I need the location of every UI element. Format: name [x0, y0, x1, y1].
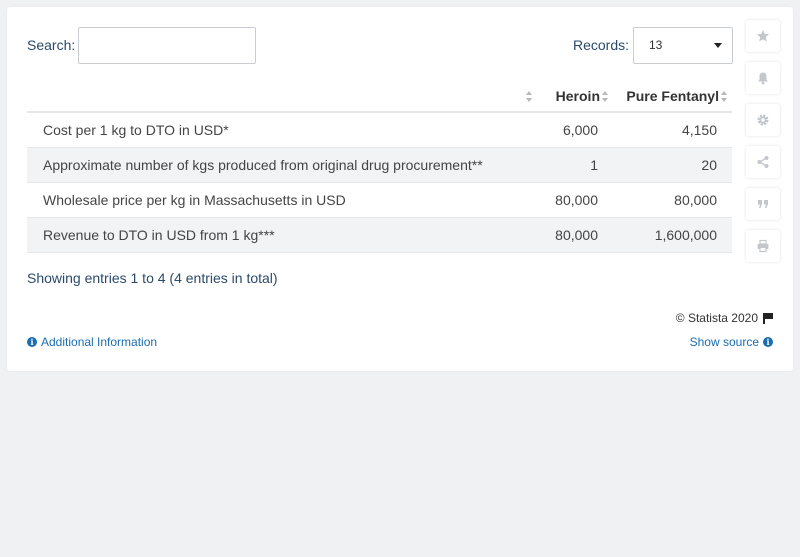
search-label: Search: [27, 37, 76, 53]
fentanyl-value: 1,600,000 [613, 217, 732, 253]
flag-icon [763, 312, 773, 324]
table-header-row: Heroin Pure Fentanyl [27, 80, 732, 113]
print-button[interactable] [746, 230, 780, 262]
data-table: Heroin Pure Fentanyl Cost per 1 kg to DT… [27, 80, 732, 253]
show-source-link[interactable]: Show source i [690, 335, 773, 349]
row-label: Approximate number of kgs produced from … [27, 147, 537, 183]
records-selected-value: 13 [649, 38, 663, 52]
table-row: Approximate number of kgs produced from … [27, 147, 732, 183]
star-icon [757, 30, 769, 42]
heroin-value: 1 [537, 147, 613, 183]
column-header-heroin[interactable]: Heroin [537, 80, 613, 113]
copyright-text: © Statista 2020 [675, 311, 758, 325]
share-icon [757, 156, 769, 168]
sort-icon [526, 90, 533, 103]
show-source-label: Show source [689, 335, 759, 349]
search-input[interactable] [78, 27, 256, 64]
heroin-value: 80,000 [537, 182, 613, 218]
caret-down-icon [714, 43, 722, 48]
records-label: Records: [573, 37, 630, 53]
notification-button[interactable] [746, 62, 780, 94]
additional-information-label: Additional Information [41, 335, 158, 349]
table-row: Wholesale price per kg in Massachusetts … [27, 182, 732, 218]
bell-icon [758, 72, 768, 85]
additional-information-link[interactable]: i Additional Information [27, 335, 157, 349]
share-button[interactable] [746, 146, 780, 178]
cite-button[interactable] [746, 188, 780, 220]
fentanyl-value: 20 [613, 147, 732, 183]
row-label: Revenue to DTO in USD from 1 kg*** [27, 217, 537, 253]
sort-icon [721, 90, 728, 103]
quote-icon [758, 200, 768, 208]
row-label: Cost per 1 kg to DTO in USD* [27, 112, 537, 148]
gear-icon [757, 114, 769, 126]
heroin-value: 80,000 [537, 217, 613, 253]
settings-button[interactable] [746, 104, 780, 136]
info-icon: i [763, 337, 773, 347]
table-row: Cost per 1 kg to DTO in USD* 6,000 4,150 [27, 112, 732, 148]
copyright[interactable]: © Statista 2020 [676, 311, 773, 325]
column-header-label[interactable] [27, 80, 537, 113]
statistic-card: Search: Records: 13 Heroin Pure Fentanyl… [7, 7, 793, 371]
action-sidebar [746, 20, 780, 272]
heroin-value: 6,000 [537, 112, 613, 148]
table-row: Revenue to DTO in USD from 1 kg*** 80,00… [27, 217, 732, 253]
sort-icon [602, 90, 609, 103]
print-icon [757, 239, 769, 253]
info-icon: i [27, 337, 37, 347]
entries-info: Showing entries 1 to 4 (4 entries in tot… [27, 270, 278, 286]
fentanyl-value: 4,150 [613, 112, 732, 148]
fentanyl-value: 80,000 [613, 182, 732, 218]
column-header-fentanyl[interactable]: Pure Fentanyl [613, 80, 732, 113]
row-label: Wholesale price per kg in Massachusetts … [27, 182, 537, 218]
records-select[interactable]: 13 [633, 27, 733, 64]
favorite-button[interactable] [746, 20, 780, 52]
